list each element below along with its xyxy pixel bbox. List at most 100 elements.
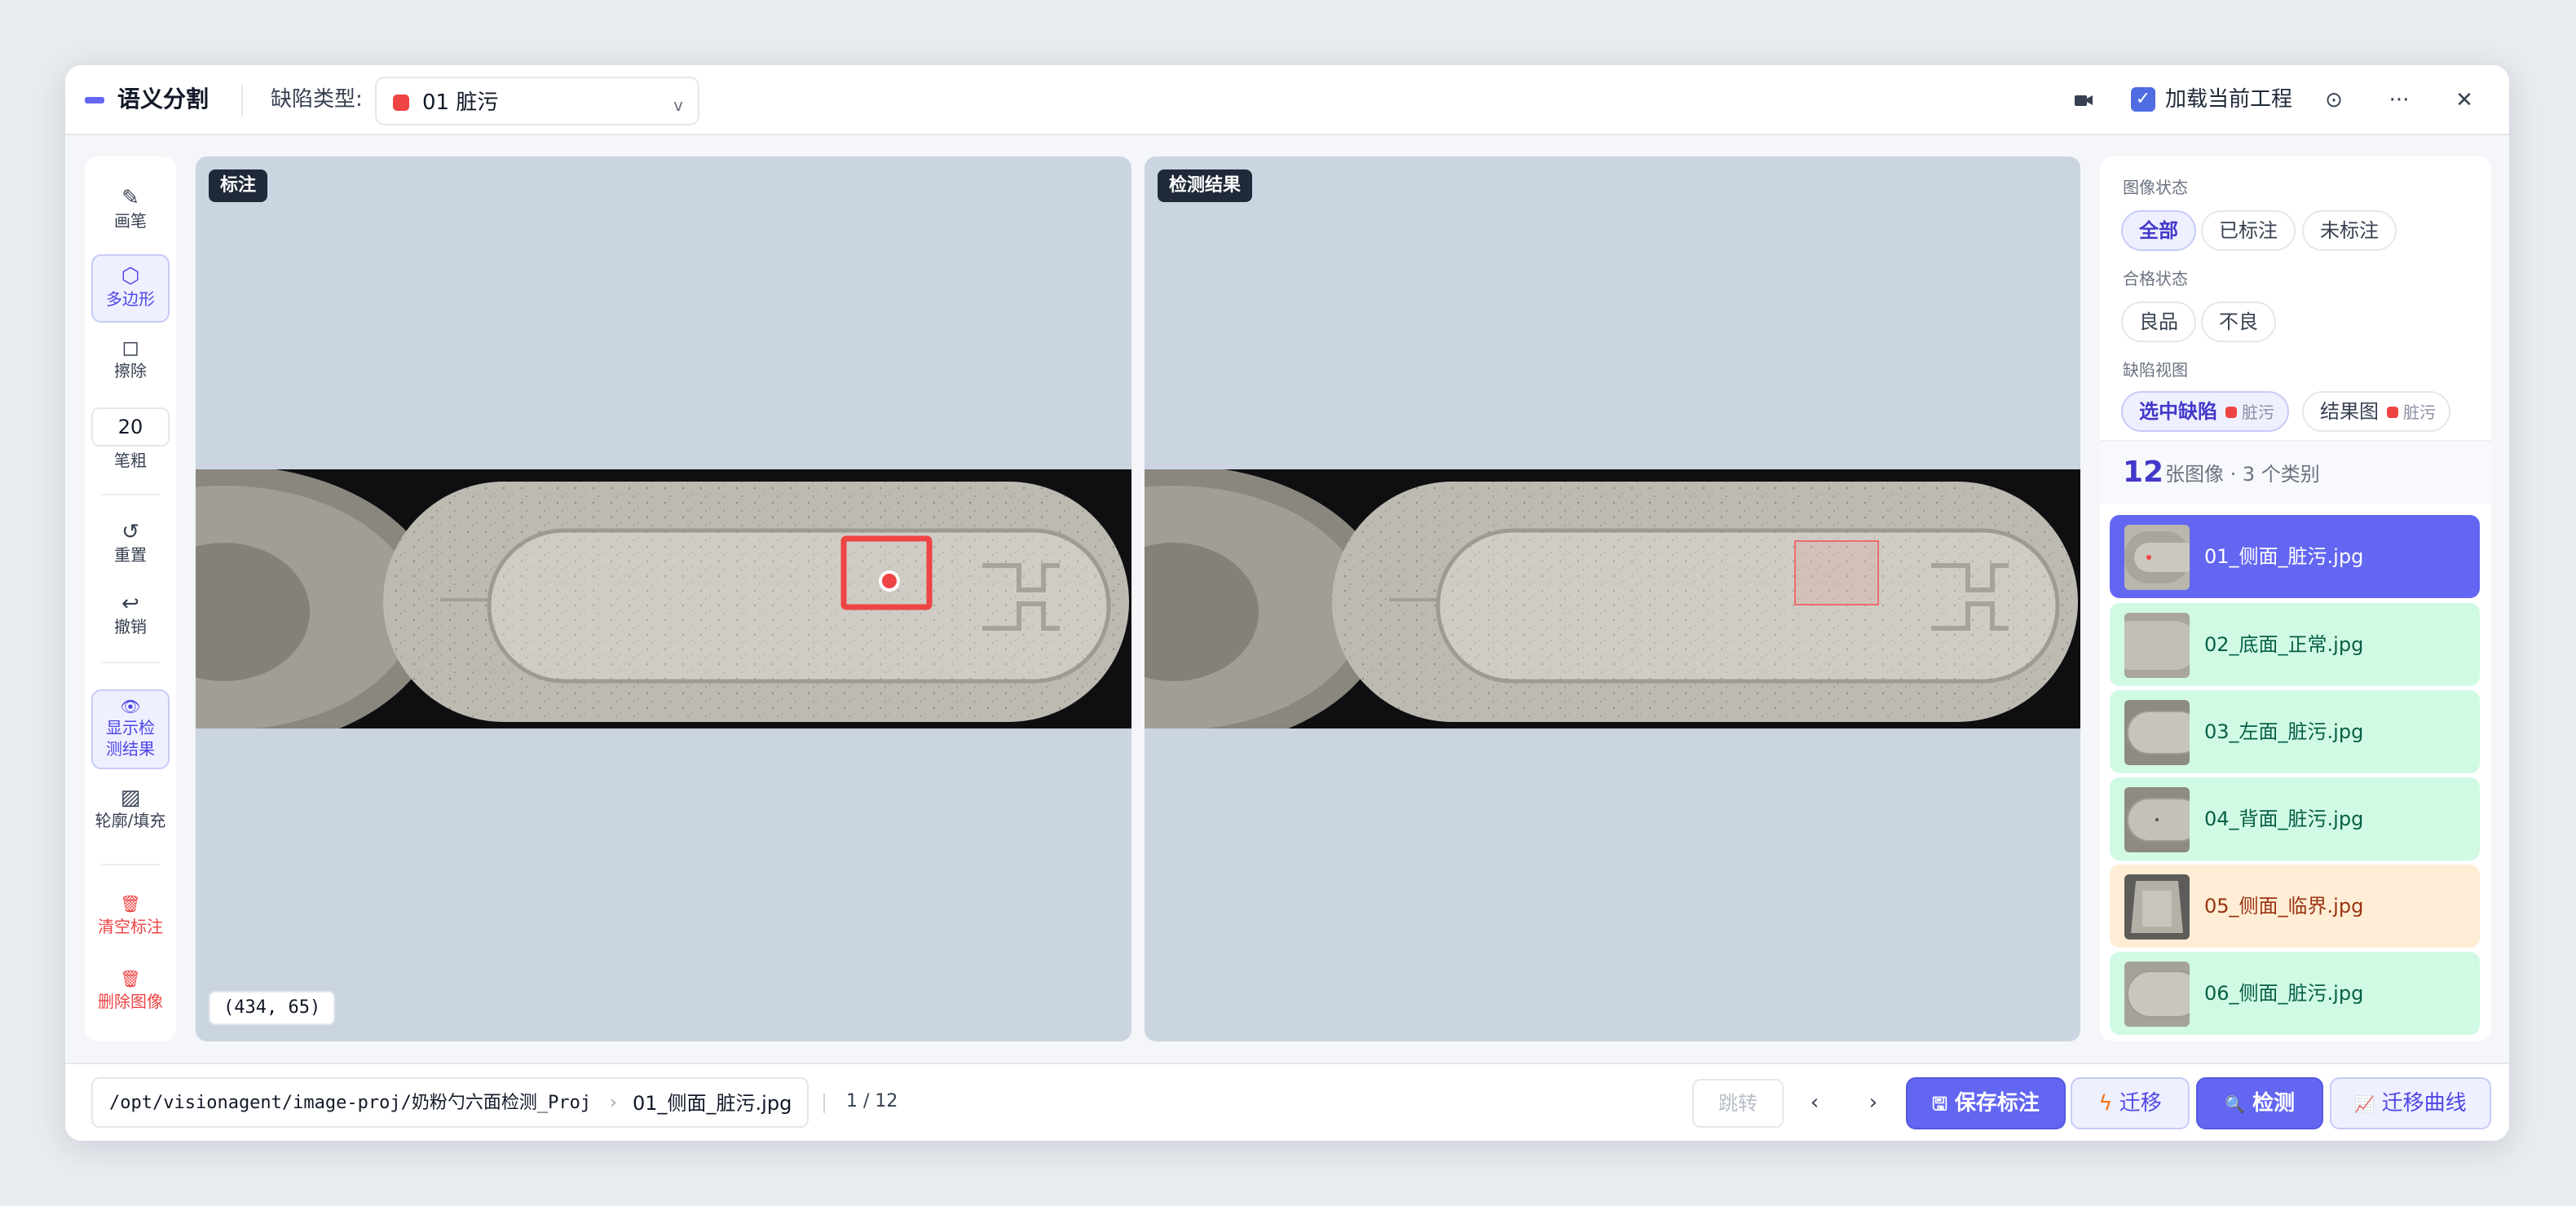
erase-tool[interactable]: ◻ 擦除 <box>91 336 170 388</box>
view-selected-label: 选中缺陷 <box>2139 400 2217 423</box>
eye-icon: 👁 <box>120 697 141 716</box>
brush-tool[interactable]: ✎ 画笔 <box>91 186 170 238</box>
reset-button[interactable]: ↺ 重置 <box>91 520 170 572</box>
defect-type-value: 01 脏污 <box>422 90 499 115</box>
transfer-curve-button[interactable]: 📈 迁移曲线 <box>2330 1077 2491 1129</box>
list-item[interactable]: 02_底面_正常.jpg <box>2110 603 2480 686</box>
list-item[interactable]: 04_背面_脏污.jpg <box>2110 777 2480 860</box>
divider <box>101 662 160 663</box>
search-icon: 🔍 <box>2225 1094 2245 1114</box>
lightning-icon: ϟ <box>2098 1091 2113 1116</box>
reset-icon: ↺ <box>121 520 139 544</box>
file-name: 05_侧面_临界.jpg <box>2204 895 2364 918</box>
defect-type-label: 缺陷类型: <box>271 87 363 112</box>
fill-icon: ▨ <box>120 786 141 810</box>
image-sidebar: 图像状态 全部 已标注 未标注 合格状态 良品 不良 缺陷视图 选中缺陷 脏污 结… <box>2100 156 2491 1041</box>
defect-tag: 脏污 <box>2403 403 2436 422</box>
divider <box>823 1094 825 1113</box>
next-image-button[interactable]: › <box>1855 1079 1891 1128</box>
undo-label: 撤销 <box>114 617 147 636</box>
filter-annotated[interactable]: 已标注 <box>2201 210 2296 251</box>
image-status-label: 图像状态 <box>2123 178 2188 197</box>
file-name: 01_侧面_脏污.jpg <box>2204 545 2364 568</box>
detection-box <box>1794 540 1879 605</box>
detect-label: 检测 <box>2252 1091 2295 1116</box>
divider <box>241 85 243 116</box>
close-icon[interactable]: ✕ <box>2446 81 2483 119</box>
file-name: 06_侧面_脏污.jpg <box>2204 982 2364 1005</box>
chart-icon: 📈 <box>2354 1094 2375 1114</box>
cursor-coordinates: (434, 65) <box>209 991 336 1025</box>
thumbnail <box>2124 962 2190 1027</box>
project-path: /opt/visionagent/image-proj/奶粉勺六面检测_Proj <box>109 1093 592 1113</box>
show-detection-toggle[interactable]: 👁 显示检测结果 <box>91 689 170 769</box>
brush-size-input[interactable]: 20 <box>91 407 170 447</box>
filter-all[interactable]: 全部 <box>2121 210 2196 251</box>
bottom-bar: /opt/visionagent/image-proj/奶粉勺六面检测_Proj… <box>65 1063 2509 1141</box>
file-name: 02_底面_正常.jpg <box>2204 633 2364 656</box>
erase-label: 擦除 <box>114 361 147 381</box>
brush-size-caption: 笔粗 <box>91 450 170 474</box>
save-annotation-button[interactable]: 🖫 保存标注 <box>1906 1077 2066 1129</box>
trash-icon: 🗑 <box>120 969 141 988</box>
defect-color-swatch <box>2387 407 2398 418</box>
trash-icon: 🗑 <box>120 894 141 913</box>
clear-annotations-label: 清空标注 <box>98 917 163 936</box>
settings-icon[interactable]: ⊙ <box>2315 81 2353 119</box>
divider <box>101 864 160 865</box>
view-result-image[interactable]: 结果图 脏污 <box>2302 391 2450 432</box>
annotation-canvas[interactable]: 标注 (434, 65) <box>196 156 1131 1041</box>
delete-image-label: 删除图像 <box>98 992 163 1011</box>
polygon-tool[interactable]: ⬡ 多边形 <box>91 254 170 323</box>
prev-image-button[interactable]: ‹ <box>1797 1079 1833 1128</box>
load-project-label[interactable]: 加载当前工程 <box>2165 83 2292 116</box>
app-title: 语义分割 <box>117 86 210 112</box>
undo-icon: ↩ <box>121 592 139 616</box>
defect-tag: 脏污 <box>2242 403 2274 422</box>
detect-button[interactable]: 🔍 检测 <box>2196 1077 2323 1129</box>
app-window: 语义分割 缺陷类型: 01 脏污 v ✓ 加载当前工程 ⊙ ··· ✕ ✎ 画笔… <box>65 65 2509 1141</box>
breadcrumb-separator: › <box>610 1093 617 1113</box>
filter-unannotated[interactable]: 未标注 <box>2302 210 2397 251</box>
thumbnail <box>2124 525 2190 590</box>
list-item[interactable]: 01_侧面_脏污.jpg <box>2110 515 2480 598</box>
show-detection-label: 显示检测结果 <box>106 718 155 759</box>
outline-fill-toggle[interactable]: ▨ 轮廓/填充 <box>91 786 170 838</box>
pencil-icon: ✎ <box>121 186 139 210</box>
brush-label: 画笔 <box>114 211 147 231</box>
thumbnail <box>2124 787 2190 852</box>
defect-type-select[interactable]: 01 脏污 v <box>375 77 699 125</box>
logo-icon <box>85 97 104 103</box>
view-selected-defect[interactable]: 选中缺陷 脏污 <box>2121 391 2289 432</box>
filter-defective[interactable]: 不良 <box>2201 302 2276 342</box>
tool-panel: ✎ 画笔 ⬡ 多边形 ◻ 擦除 20 笔粗 ↺ 重置 ↩ 撤销 👁 显示检测结果 <box>85 156 176 1041</box>
jump-button[interactable]: 跳转 <box>1692 1079 1784 1128</box>
annotation-panel-title: 标注 <box>209 169 268 202</box>
list-item[interactable]: 03_左面_脏污.jpg <box>2110 690 2480 773</box>
detection-result-canvas[interactable]: 检测结果 <box>1145 156 2080 1041</box>
thumbnail <box>2124 700 2190 765</box>
filter-good[interactable]: 良品 <box>2121 302 2196 342</box>
polygon-label: 多边形 <box>106 289 155 309</box>
undo-button[interactable]: ↩ 撤销 <box>91 592 170 644</box>
load-project-checkbox[interactable]: ✓ <box>2131 87 2155 112</box>
thumbnail <box>2124 874 2190 940</box>
list-item[interactable]: 06_侧面_脏污.jpg <box>2110 952 2480 1035</box>
thumbnail <box>2124 613 2190 678</box>
save-label: 保存标注 <box>1954 1091 2040 1116</box>
top-bar: 语义分割 缺陷类型: 01 脏污 v ✓ 加载当前工程 ⊙ ··· ✕ <box>65 65 2509 135</box>
transfer-button[interactable]: ϟ 迁移 <box>2071 1077 2190 1129</box>
list-item[interactable]: 05_侧面_临界.jpg <box>2110 865 2480 948</box>
image-count-bar: 12 张图像 · 3 个类别 <box>2100 440 2491 504</box>
brush-size-label: 笔粗 <box>114 451 147 470</box>
clear-annotations-button[interactable]: 🗑 清空标注 <box>91 891 170 944</box>
delete-image-button[interactable]: 🗑 删除图像 <box>91 966 170 1019</box>
detection-panel-title: 检测结果 <box>1158 169 1253 202</box>
view-result-label: 结果图 <box>2320 400 2379 423</box>
camera-icon[interactable] <box>2074 93 2093 108</box>
defect-color-swatch <box>393 95 409 111</box>
transfer-label: 迁移 <box>2119 1091 2162 1116</box>
outline-fill-label: 轮廓/填充 <box>95 811 166 830</box>
quality-status-label: 合格状态 <box>2123 269 2188 288</box>
more-icon[interactable]: ··· <box>2380 81 2418 119</box>
